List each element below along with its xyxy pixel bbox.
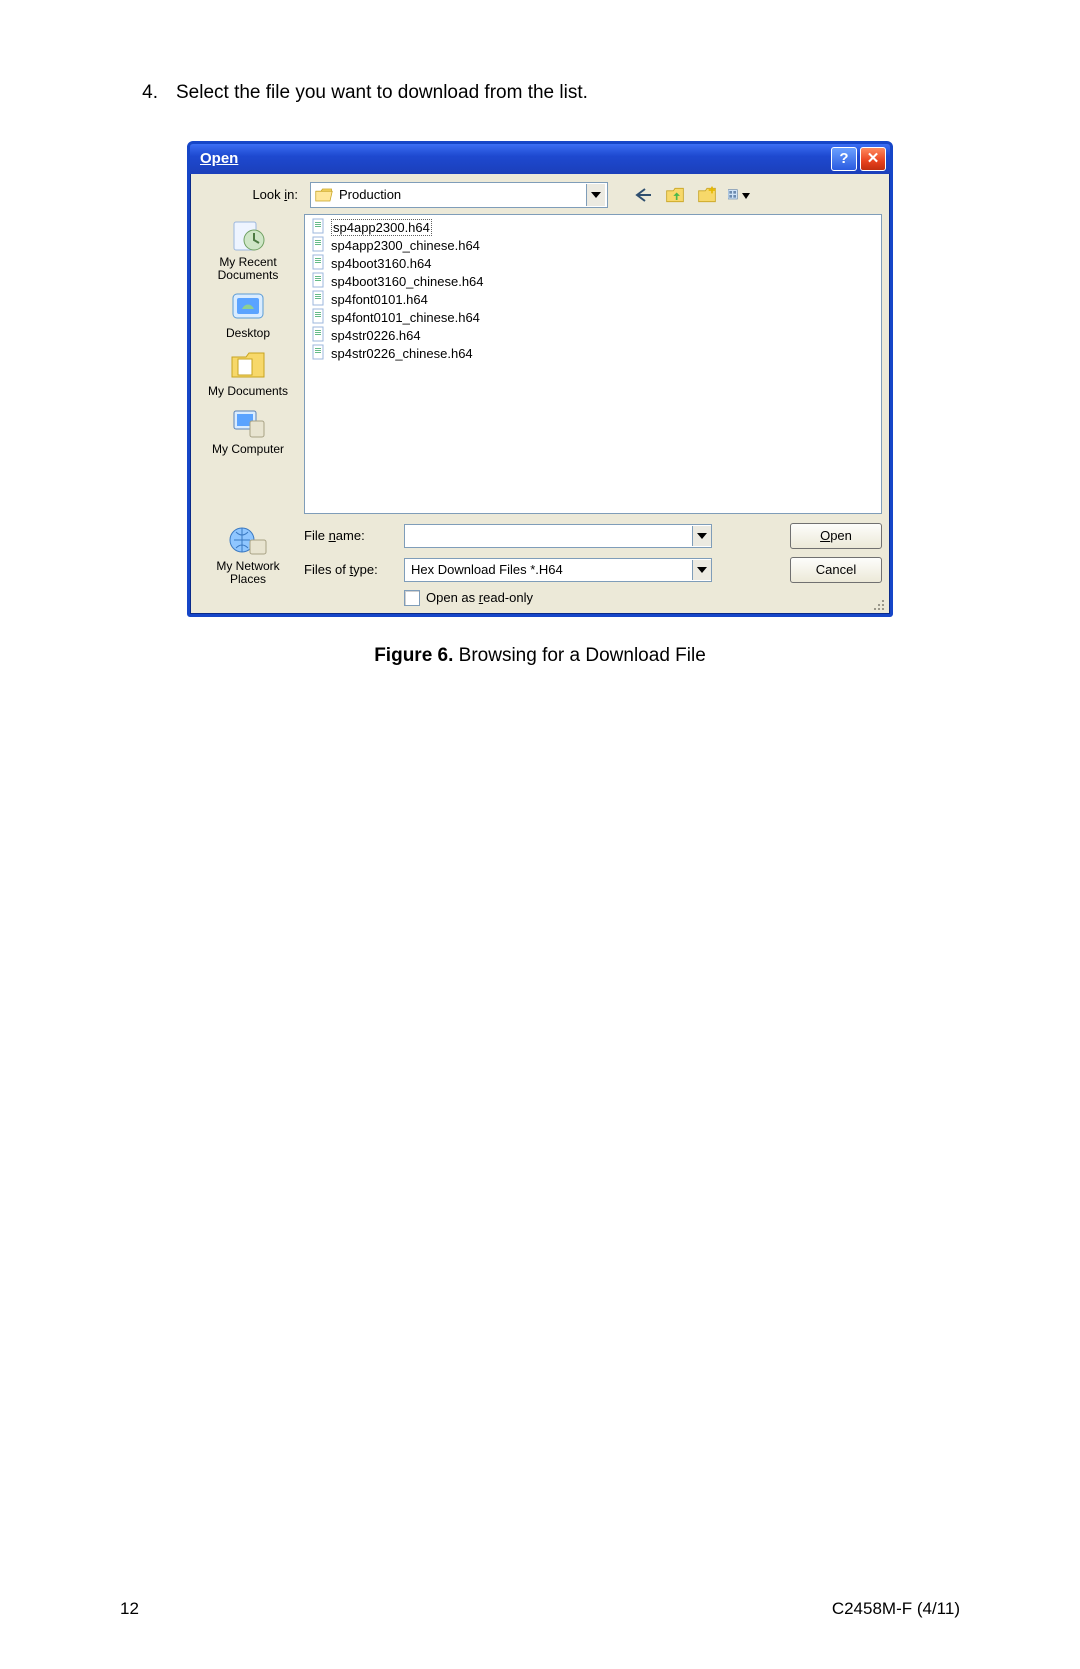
recent-documents-icon	[228, 218, 268, 254]
file-name: sp4str0226_chinese.h64	[331, 346, 473, 361]
file-icon	[311, 326, 327, 345]
chevron-down-icon	[742, 187, 750, 202]
filetype-label: Files of type:	[304, 562, 394, 577]
file-name: sp4boot3160_chinese.h64	[331, 274, 484, 289]
filename-input[interactable]	[404, 524, 712, 548]
resize-grip-icon[interactable]	[870, 596, 886, 612]
file-icon	[311, 290, 327, 309]
file-name: sp4app2300.h64	[331, 219, 432, 236]
file-item[interactable]: sp4app2300_chinese.h64	[309, 237, 877, 255]
filetype-dropdown[interactable]: Hex Download Files *.H64	[404, 558, 712, 582]
file-name: sp4boot3160.h64	[331, 256, 431, 271]
file-icon	[311, 254, 327, 273]
open-file-dialog: Open ? ✕ Look in:	[187, 141, 893, 617]
figure-text: Browsing for a Download File	[453, 645, 705, 666]
file-item[interactable]: sp4app2300.h64	[309, 219, 877, 237]
help-icon: ?	[839, 151, 848, 166]
place-my-documents[interactable]: My Documents	[198, 347, 298, 399]
cancel-button[interactable]: Cancel	[790, 557, 882, 583]
file-name: sp4font0101.h64	[331, 292, 428, 307]
figure-caption: Figure 6. Browsing for a Download File	[120, 645, 960, 667]
file-icon	[311, 272, 327, 291]
look-in-label: Look in:	[198, 187, 304, 202]
close-icon: ✕	[867, 151, 880, 166]
step-number: 4.	[120, 80, 176, 107]
place-label: My Computer	[212, 443, 284, 457]
place-label: My Recent Documents	[198, 256, 298, 284]
place-my-computer[interactable]: My Computer	[198, 405, 298, 457]
back-button[interactable]	[632, 184, 654, 206]
file-icon	[311, 308, 327, 327]
look-in-value: Production	[339, 187, 401, 202]
file-icon	[311, 344, 327, 363]
my-computer-icon	[228, 405, 268, 441]
my-documents-icon	[228, 347, 268, 383]
file-item[interactable]: sp4font0101.h64	[309, 291, 877, 309]
file-item[interactable]: sp4boot3160.h64	[309, 255, 877, 273]
up-one-level-button[interactable]	[664, 184, 686, 206]
file-item[interactable]: sp4boot3160_chinese.h64	[309, 273, 877, 291]
page-number: 12	[120, 1599, 139, 1619]
file-name: sp4font0101_chinese.h64	[331, 310, 480, 325]
chevron-down-icon	[591, 192, 601, 198]
readonly-checkbox[interactable]	[404, 590, 420, 606]
file-item[interactable]: sp4font0101_chinese.h64	[309, 309, 877, 327]
instruction-step: 4. Select the file you want to download …	[120, 80, 960, 107]
views-menu-button[interactable]	[728, 184, 750, 206]
new-folder-button[interactable]	[696, 184, 718, 206]
chevron-down-icon	[697, 533, 707, 539]
file-item[interactable]: sp4str0226.h64	[309, 327, 877, 345]
place-my-recent-documents[interactable]: My Recent Documents	[198, 218, 298, 284]
chevron-down-icon	[697, 567, 707, 573]
place-my-network-places[interactable]: My Network Places	[198, 522, 298, 588]
file-name: sp4str0226.h64	[331, 328, 421, 343]
place-label: Desktop	[226, 327, 270, 341]
filetype-value: Hex Download Files *.H64	[411, 562, 563, 577]
figure-number: Figure 6.	[374, 645, 453, 666]
place-label: My Documents	[208, 385, 288, 399]
place-label: My Network Places	[198, 560, 298, 588]
file-icon	[311, 218, 327, 237]
readonly-label: Open as read-only	[426, 590, 533, 605]
dialog-titlebar[interactable]: Open ? ✕	[190, 144, 890, 174]
titlebar-close-button[interactable]: ✕	[860, 147, 886, 171]
file-name: sp4app2300_chinese.h64	[331, 238, 480, 253]
file-list[interactable]: sp4app2300.h64 sp4app2300_chinese.h64 sp4b…	[304, 214, 882, 514]
filename-label: File name:	[304, 528, 394, 543]
dropdown-toggle[interactable]	[692, 526, 711, 546]
places-bar: My Recent Documents Desktop	[198, 214, 298, 514]
dropdown-toggle[interactable]	[586, 184, 605, 206]
step-text: Select the file you want to download fro…	[176, 80, 960, 107]
document-code: C2458M-F (4/11)	[832, 1599, 960, 1619]
dropdown-toggle[interactable]	[692, 560, 711, 580]
file-item[interactable]: sp4str0226_chinese.h64	[309, 345, 877, 363]
look-in-dropdown[interactable]: Production	[310, 182, 608, 208]
dialog-title: Open	[200, 150, 831, 167]
desktop-icon	[228, 289, 268, 325]
titlebar-help-button[interactable]: ?	[831, 147, 857, 171]
folder-open-icon	[315, 187, 333, 203]
network-places-icon	[228, 522, 268, 558]
file-icon	[311, 236, 327, 255]
open-button[interactable]: Open	[790, 523, 882, 549]
place-desktop[interactable]: Desktop	[198, 289, 298, 341]
